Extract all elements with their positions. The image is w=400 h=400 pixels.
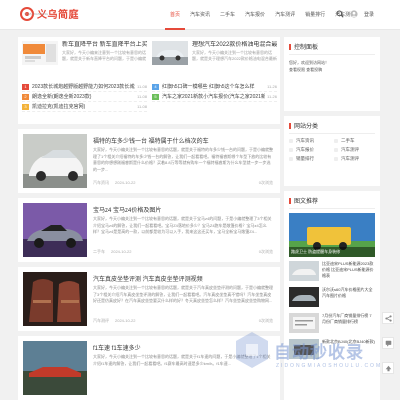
article-views: 0次浏览 [258, 249, 273, 254]
logo-subtitle: YI WU JIAN TING [24, 12, 48, 16]
list-item[interactable]: 5 汽车之家2021新款小汽车报价(汽车之家2021新款 11-26 [152, 92, 277, 102]
article-title[interactable]: 福特的车多少钱一台 福特属于什么档次的车 [93, 136, 209, 145]
category-widget: 网站分类 汽车资讯 二手车 汽车报价 汽车测评 销量排行 汽车测评 [284, 116, 380, 186]
nav-used-cars[interactable]: 二手车 [215, 0, 240, 30]
panel-links[interactable]: 查看权限 查看投稿 [289, 66, 375, 73]
article-date: 2024-10-22 [115, 180, 136, 185]
top-list: 4 红旗h5口碑一模哪些 红旗h5这个车怎么样 11-26 5 汽车之家2021新款小… [152, 82, 277, 102]
rank-badge: 5 [152, 93, 159, 100]
list-item[interactable]: 3 凯迪拉克(凯迪拉克官网) 11-08 [22, 102, 147, 112]
article-excerpt: 大家好，今天小编关注到一个比较有意思的话题，就是关于汽车真皮坐垫评测的问题，于是… [93, 285, 273, 303]
article-thumbnail[interactable] [23, 203, 87, 257]
featured-thumbnail[interactable] [22, 41, 58, 65]
featured-desc: 大家好，今天小编来注意到一个比较有意思的话题，就是关于新车直降平台的问题，于是小… [62, 50, 146, 61]
nav-news[interactable]: 汽车资讯 [185, 0, 215, 30]
article-card: 宝马z4 宝马z4价格及图片 大家好，今天小编关注到一个比较有意思的话题，就是关… [18, 198, 280, 262]
watermark-subtitle: ZIDONGMIAOSHOULU.COM [276, 363, 383, 369]
rank-badge: 3 [22, 103, 29, 110]
rank-badge: 2 [22, 93, 29, 100]
search-icon[interactable] [336, 10, 344, 18]
article-card: 福特的车多少钱一台 福特属于什么档次的车 大家好，今天小编关注到一个比较有意思的… [18, 129, 280, 193]
article-title[interactable]: f1车速 f1车速多少 [93, 343, 141, 352]
category-link[interactable]: 二手车 [334, 138, 375, 144]
featured-box: 新车直降平台 新车直降平台上买过车的朋 大家好，今天小编来注意到一个比较有意思的… [18, 37, 280, 124]
recommended-thumbnail[interactable] [289, 261, 319, 281]
list-item[interactable]: 2 朗逸全新(朗逸全新2023款) 11-08 [22, 92, 147, 102]
rank-badge: 1 [22, 83, 29, 90]
widget-title: 网站分类 [289, 121, 375, 134]
article-date: 2024-10-22 [111, 249, 132, 254]
list-item[interactable]: 4 红旗h5口碑一模哪些 红旗h5这个车怎么样 11-26 [152, 82, 277, 92]
rank-badge: 4 [152, 83, 159, 90]
article-card: 汽车真皮坐垫评测 汽车真皮坐垫评测视频 大家好，今天小编关注到一个比较有意思的话… [18, 267, 280, 331]
widget-title: 图文推荐 [289, 196, 375, 209]
article-meta: 汽车测评 2024-10-22 0次浏览 [93, 318, 273, 324]
article-meta: 汽车资讯 2024-10-22 0次浏览 [93, 180, 273, 186]
article-title[interactable]: 汽车真皮坐垫评测 汽车真皮坐垫评测视频 [93, 274, 203, 283]
article-views: 0次浏览 [258, 180, 273, 185]
article-thumbnail[interactable] [23, 134, 87, 188]
recommended-feature[interactable]: 路虎卫士 防盗提醒车身装修 [289, 213, 375, 257]
category-link[interactable]: 汽车测评 [334, 147, 375, 153]
recommended-title[interactable]: 比亚迪宋PLUS新能源2023款价格 比亚迪宋PLUS新能源价格表 [322, 261, 375, 279]
main-nav: 首页 汽车资讯 二手车 汽车报价 汽车测评 销量排行 汽车测评 [165, 0, 360, 30]
share-button[interactable] [382, 312, 394, 324]
featured-title[interactable]: 理想汽车2022款价格油电混合最新 [192, 41, 277, 49]
watermark-text: 自动秒收录 [274, 343, 364, 362]
category-link[interactable]: 销量排行 [289, 156, 330, 162]
article-thumbnail[interactable] [23, 341, 87, 395]
featured-thumbnail[interactable] [152, 41, 188, 65]
nav-home[interactable]: 首页 [165, 0, 186, 30]
article-meta: 二手车 2024-10-22 0次浏览 [93, 249, 273, 255]
top-list: 1 2023款长城炮越野版越野能力如何2023款长城炮越 11-08 2 朗逸全新(朗… [22, 82, 147, 112]
article-excerpt: 大家好，今天小编关注到一个比较有意思的话题，就是关于福特的车多少钱一台的问题，于… [93, 147, 273, 172]
login-link[interactable]: 登录 [364, 11, 374, 18]
recommended-item[interactable]: 比亚迪宋PLUS新能源2023款价格 比亚迪宋PLUS新能源价格表 [289, 261, 375, 283]
article-excerpt: 大家好，今天小编关注到一个比较有意思的话题，就是关于宝马z4的问题，于是小编就整… [93, 216, 272, 234]
article-category[interactable]: 二手车 [93, 249, 105, 255]
site-header: 义乌简庭 YI WU JIAN TING 首页 汽车资讯 二手车 汽车报价 汽车… [0, 0, 400, 30]
nav-prices[interactable]: 汽车报价 [240, 0, 270, 30]
watermark: 自动秒收录 ZIDONGMIAOSHOULU.COM [232, 330, 397, 378]
widget-title: 控制面板 [289, 42, 375, 55]
featured-title[interactable]: 新车直降平台 新车直降平台上买过车的朋 [62, 41, 147, 49]
user-icon[interactable] [350, 10, 358, 18]
article-category[interactable]: 汽车测评 [93, 318, 109, 324]
nav-sales-ranking[interactable]: 销量排行 [300, 0, 330, 30]
article-title[interactable]: 宝马z4 宝马z4价格及图片 [93, 205, 161, 214]
article-thumbnail[interactable] [23, 272, 87, 326]
recommended-title[interactable]: 沃尔沃s60汽车价格图片大全 汽车图片价格 [322, 287, 375, 305]
article-views: 0次浏览 [258, 318, 273, 323]
category-link[interactable]: 汽车报价 [289, 147, 330, 153]
category-link[interactable]: 汽车测评 [334, 156, 375, 162]
featured-article[interactable]: 理想汽车2022款价格油电混合最新 大家好，今天小编关注到一个比较有意思的话题，… [152, 41, 277, 79]
featured-desc: 大家好，今天小编关注到一个比较有意思的话题，就是关于理想汽车2022款价格油电混… [192, 50, 277, 61]
list-item[interactable]: 1 2023款长城炮越野版越野能力如何2023款长城炮越 11-08 [22, 82, 147, 92]
recommended-title[interactable]: 7月份汽车厂商销量排行榜 7月份厂商销量排行榜 [322, 313, 375, 331]
watermark-logo-icon [236, 332, 268, 368]
header-actions: 登录 [336, 10, 374, 18]
control-panel-widget: 控制面板 您好，欢迎到访网站！ 查看权限 查看投稿 [284, 37, 380, 111]
article-category[interactable]: 汽车资讯 [93, 180, 109, 186]
recommended-caption[interactable]: 路虎卫士 防盗提醒车身装修 [289, 247, 375, 257]
recommended-thumbnail[interactable] [289, 287, 319, 307]
welcome-text: 您好，欢迎到访网站！ [289, 60, 329, 65]
featured-article[interactable]: 新车直降平台 新车直降平台上买过车的朋 大家好，今天小编来注意到一个比较有意思的… [22, 41, 147, 79]
category-list: 汽车资讯 二手车 汽车报价 汽车测评 销量排行 汽车测评 [289, 138, 375, 162]
article-date: 2024-10-22 [115, 318, 136, 323]
category-link[interactable]: 汽车资讯 [289, 138, 330, 144]
nav-reviews[interactable]: 汽车测评 [270, 0, 300, 30]
share-icon [384, 314, 392, 322]
recommended-item[interactable]: 沃尔沃s60汽车价格图片大全 汽车图片价格 [289, 287, 375, 309]
